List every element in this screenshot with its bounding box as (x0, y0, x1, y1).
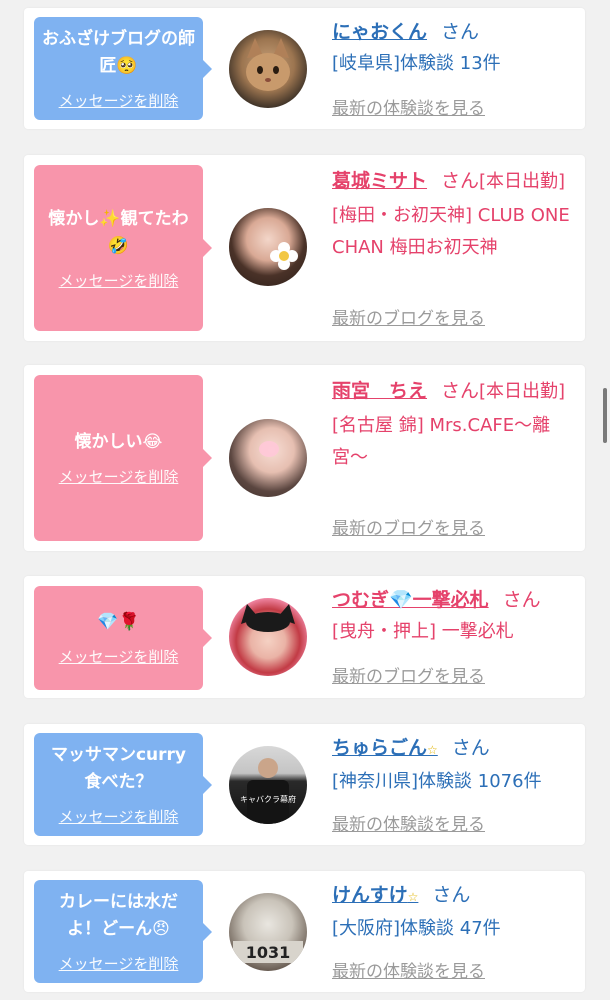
latest-report-link[interactable]: 最新の体験談を見る (332, 957, 485, 982)
cat-ears-icon (241, 604, 295, 632)
user-card: マッサマンcurry食べた？ メッセージを削除 キャバクラ幕府 ちゅらごん☆ さん… (24, 724, 585, 845)
user-detail: [神奈川県]体験談 1076件 (332, 771, 542, 792)
message-bubble: カレーには水だよ！どーん😠 メッセージを削除 (34, 880, 212, 983)
honorific: さん (441, 380, 480, 402)
user-info: にゃおくん さん [岐阜県]体験談 13件 (332, 16, 573, 80)
avatar[interactable] (229, 208, 307, 286)
honorific: さん (432, 884, 471, 906)
person-photo-icon: キャバクラ幕府 (240, 758, 296, 824)
user-name-link[interactable]: つむぎ💎一撃必札 (332, 589, 489, 611)
latest-blog-link[interactable]: 最新のブログを見る (332, 662, 485, 687)
message-text: 💎🌹 (97, 612, 140, 632)
latest-blog-link[interactable]: 最新のブログを見る (332, 304, 485, 329)
avatar[interactable] (229, 30, 307, 108)
user-info: 雨宮 ちえ さん[本日出勤] [名古屋 錦] Mrs.CAFE〜離宮〜 (332, 375, 573, 474)
delete-message-link[interactable]: メッセージを削除 (59, 270, 179, 291)
svg-text:キャバクラ幕府: キャバクラ幕府 (240, 794, 296, 804)
latest-report-link[interactable]: 最新の体験談を見る (332, 94, 485, 119)
delete-message-link[interactable]: メッセージを削除 (59, 646, 179, 667)
user-name-link[interactable]: にゃおくん (332, 21, 427, 43)
message-bubble: おふざけブログの師匠🥺 メッセージを削除 (34, 17, 212, 120)
avatar[interactable] (229, 598, 307, 676)
message-text: 懐かしい😂 (74, 432, 163, 452)
delete-message-link[interactable]: メッセージを削除 (59, 466, 179, 487)
avatar[interactable]: 1031 (229, 893, 307, 971)
honorific: さん (441, 21, 480, 43)
message-bubble: マッサマンcurry食べた？ メッセージを削除 (34, 733, 212, 836)
user-info: つむぎ💎一撃必札 さん [曳舟・押上] 一撃必札 (332, 584, 573, 648)
user-name-link[interactable]: 葛城ミサト (332, 170, 427, 192)
svg-text:1031: 1031 (246, 943, 291, 962)
message-bubble: 懐かしい😂 メッセージを削除 (34, 375, 212, 541)
message-text: カレーには水だよ！どーん😠 (59, 892, 178, 939)
delete-message-link[interactable]: メッセージを削除 (59, 953, 179, 974)
user-info: けんすけ☆ さん [大阪府]体験談 47件 (332, 879, 573, 945)
star-icon: ☆ (427, 743, 438, 757)
scrollbar[interactable] (603, 388, 607, 443)
user-info: 葛城ミサト さん[本日出勤] [梅田・お初天神] CLUB ONE CHAN 梅田… (332, 165, 573, 264)
message-bubble: 💎🌹 メッセージを削除 (34, 586, 212, 690)
user-detail: [大阪府]体験談 47件 (332, 918, 501, 939)
user-name-link[interactable]: けんすけ☆ (332, 884, 418, 906)
honorific: さん (451, 737, 490, 759)
latest-report-link[interactable]: 最新の体験談を見る (332, 810, 485, 835)
user-card: 懐かしい😂 メッセージを削除 雨宮 ちえ さん[本日出勤] [名古屋 錦] Mrs… (24, 365, 585, 551)
user-card: 💎🌹 メッセージを削除 つむぎ💎一撃必札 さん [曳舟・押上] 一撃必札 最新のブ… (24, 576, 585, 698)
flower-icon (270, 242, 298, 270)
star-icon: ☆ (407, 890, 419, 904)
shop-name: [名古屋 錦] Mrs.CAFE〜離宮〜 (332, 415, 551, 468)
message-text: マッサマンcurry食べた？ (50, 745, 187, 792)
user-name-link[interactable]: 雨宮 ちえ (332, 380, 427, 402)
message-text: 懐かし✨観てたわ🤣 (48, 208, 189, 256)
message-bubble: 懐かし✨観てたわ🤣 メッセージを削除 (34, 165, 212, 331)
latest-blog-link[interactable]: 最新のブログを見る (332, 514, 485, 539)
honorific: さん (502, 589, 541, 611)
shop-name: [梅田・お初天神] CLUB ONE CHAN 梅田お初天神 (332, 205, 570, 258)
honorific: さん (441, 170, 480, 192)
shop-name: [曳舟・押上] 一撃必札 (332, 621, 514, 642)
avatar[interactable] (229, 419, 307, 497)
message-text: おふざけブログの師匠🥺 (42, 29, 195, 76)
delete-message-link[interactable]: メッセージを削除 (59, 806, 179, 827)
user-card: おふざけブログの師匠🥺 メッセージを削除 にゃおくん さん [岐阜県]体験談 13… (24, 8, 585, 129)
avatar[interactable]: キャバクラ幕府 (229, 746, 307, 824)
photo-icon: 1031 (233, 941, 303, 963)
work-status: [本日出勤] (479, 171, 566, 192)
work-status: [本日出勤] (479, 381, 566, 402)
user-card: 懐かし✨観てたわ🤣 メッセージを削除 葛城ミサト さん[本日出勤] [梅田・お初天… (24, 155, 585, 341)
user-info: ちゅらごん☆ さん [神奈川県]体験談 1076件 (332, 732, 573, 798)
user-name-link[interactable]: ちゅらごん☆ (332, 737, 438, 759)
user-card: カレーには水だよ！どーん😠 メッセージを削除 1031 けんすけ☆ さん [大阪府… (24, 871, 585, 992)
heart-icon (259, 441, 279, 457)
cat-avatar-icon (246, 38, 290, 91)
user-detail: [岐阜県]体験談 13件 (332, 53, 501, 74)
delete-message-link[interactable]: メッセージを削除 (59, 90, 179, 111)
